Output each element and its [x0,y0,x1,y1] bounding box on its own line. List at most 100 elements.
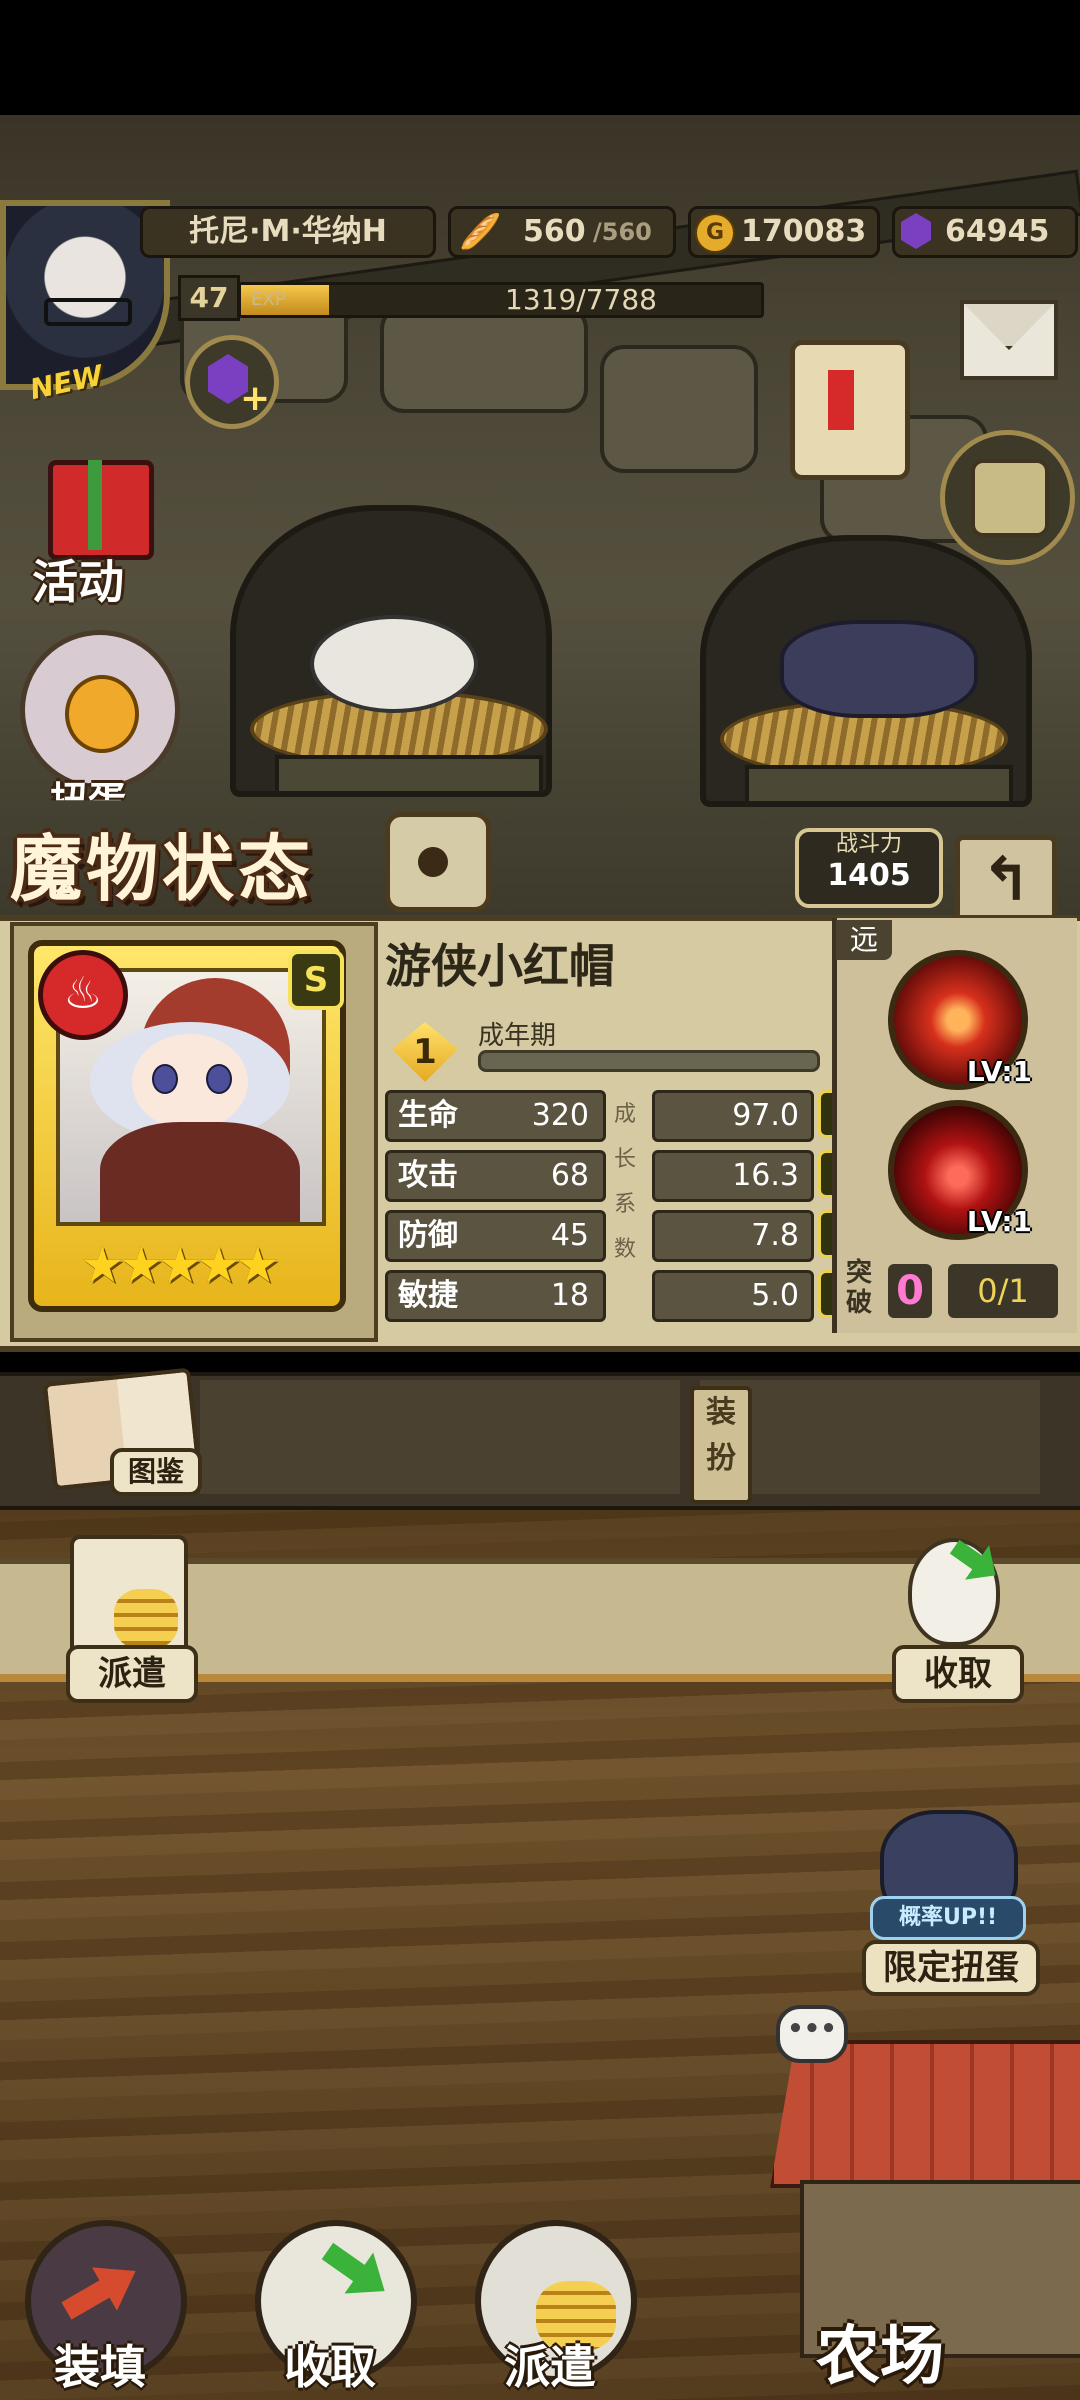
growth-coefficient-label: 成 长 系 数 [610,1092,640,1272]
skill-level: LV:1 [966,1055,1032,1088]
growth-value: 5.0 [751,1278,799,1313]
dress-char: 扮 [706,1441,736,1476]
growth-char: 成 [613,1102,636,1127]
stat-row-attack: 攻击 68 [385,1150,606,1202]
collect-button[interactable]: 收取 [892,1645,1024,1703]
plus-icon: + [240,378,271,419]
broken-eggshell [310,615,478,713]
dispatch-button[interactable]: 派遣 [66,1645,198,1703]
red-arrow-icon [54,2249,148,2332]
load-button[interactable]: 装填 [10,2220,190,2400]
rank-badge: S [288,950,344,1010]
nest-shelf [275,755,543,795]
gacha-egg-icon [65,675,139,753]
back-button[interactable]: ↰ [955,835,1057,927]
nav-label: 收取 [284,2340,376,2394]
growth-value: 97.0 [732,1098,799,1133]
growth-value: 7.8 [751,1218,799,1253]
dispatch-nav-button[interactable]: 派遣 [460,2220,640,2400]
rate-up-badge: 概率UP!! [870,1896,1026,1940]
growth-agility: 5.0 [652,1270,814,1322]
star-rating: ★★★★★ [80,1236,280,1294]
stamina-max: /560 [593,218,652,246]
event-button[interactable] [40,430,155,560]
exp-value: 1319/7788 [505,283,657,316]
gold-value: 170083 [741,214,867,249]
growth-hp: 97.0 [652,1090,814,1142]
growth-char: 系 [613,1192,636,1217]
growth-char: 长 [613,1147,636,1172]
codex-button[interactable]: 图鉴 [110,1448,202,1496]
break-label: 突破 [846,1258,873,1318]
stat-row-agility: 敏捷 18 [385,1270,606,1322]
gem-display[interactable]: 64945 [892,206,1078,258]
growth-attack: 16.3 [652,1150,814,1202]
farm-button[interactable]: 农场 [760,2315,1000,2400]
backpack-icon [971,459,1049,537]
event-label[interactable]: 活动 [32,546,124,612]
fire-icon: ♨ [38,950,128,1040]
lock-icon [418,847,448,877]
document-icon[interactable] [70,1535,188,1658]
monster-name: 游侠小红帽 [385,939,615,993]
stage-progress-bar [478,1050,820,1072]
quest-scroll-button[interactable] [760,320,920,490]
growth-char: 数 [613,1237,636,1262]
player-level: 47 [178,275,240,321]
stage-label: 成年期 [478,1021,557,1051]
glasses-icon [44,298,132,326]
band-panel [200,1380,680,1494]
gacha-button[interactable] [20,630,180,790]
dress-button[interactable]: 装 扮 [690,1386,752,1504]
nav-label: 装填 [54,2340,146,2394]
stamina-display[interactable]: 🥖 560 /560 [448,206,676,258]
alert-icon [828,370,854,430]
exp-bar: EXP 1319/7788 [238,282,764,318]
stamina-value: 560 [523,214,586,249]
collect-nav-button[interactable]: 收取 [240,2220,420,2400]
gift-ribbon [88,460,102,550]
wall-stone [380,305,588,413]
chat-bubble-icon[interactable]: ••• [776,2005,848,2063]
skill-level: LV:1 [966,1205,1032,1238]
monster-card[interactable]: ♨ S ★★★★★ [28,940,346,1312]
page-title: 魔物状态 [10,827,315,911]
combat-power-label: 战斗力 [835,832,902,857]
mail-icon[interactable] [960,300,1058,380]
stat-name: 防御 [398,1218,458,1253]
lock-button[interactable] [385,812,491,912]
break-count: 0 [888,1264,932,1318]
bag-button[interactable] [940,430,1075,565]
gold-coin-icon: G [695,213,735,253]
limited-gacha-label[interactable]: 限定扭蛋 [862,1940,1040,1996]
stat-name: 生命 [398,1098,458,1133]
coins-icon [114,1589,178,1649]
combat-power: 战斗力 1405 [795,828,943,908]
gem-icon [901,213,931,249]
stat-value: 45 [550,1218,589,1253]
breakthrough[interactable]: 突破 0 0/1 [840,1258,1065,1324]
status-bar-area [0,0,1080,115]
gem-value: 64945 [945,214,1050,249]
blood-skill-icon[interactable]: LV:1 [888,1100,1032,1240]
stat-row-hp: 生命 320 [385,1090,606,1142]
dark-egg [780,620,978,718]
envelope-flap [964,304,1054,350]
eye-right [206,1064,232,1094]
green-arrow-icon [313,2230,399,2311]
stat-name: 攻击 [398,1158,458,1193]
arrow-skill-icon[interactable]: LV:1 [888,950,1032,1090]
gold-display[interactable]: G 170083 [688,206,880,258]
nav-label: 派遣 [504,2340,596,2394]
back-arrow-icon: ↰ [980,845,1032,915]
range-tag: 远 [836,920,892,960]
stat-value: 18 [550,1278,589,1313]
stat-row-defense: 防御 45 [385,1210,606,1262]
eye-left [152,1064,178,1094]
dress-char: 装 [706,1395,736,1430]
buy-gem-button[interactable]: + [185,335,279,429]
growth-defense: 7.8 [652,1210,814,1262]
stat-value: 320 [531,1098,589,1133]
stat-name: 敏捷 [398,1278,458,1313]
body [100,1122,300,1222]
